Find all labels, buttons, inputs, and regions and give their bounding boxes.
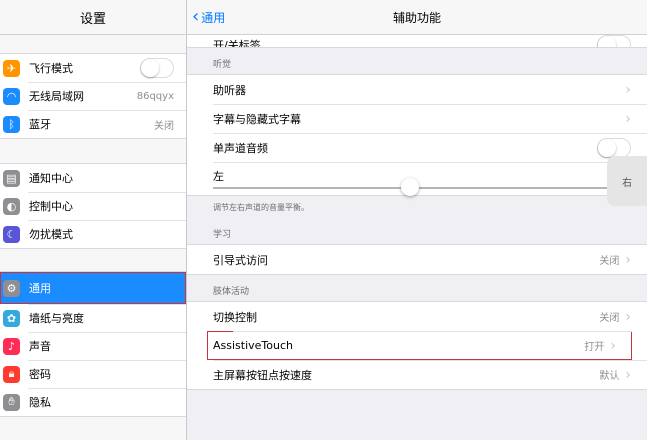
control-center-icon: ◐	[3, 197, 20, 215]
assistive-touch-value: 打开	[584, 342, 605, 353]
on-off-labels-toggle[interactable]	[597, 35, 631, 47]
page-title: 辅助功能	[392, 10, 441, 25]
sidebar-title: 设置	[0, 0, 186, 35]
sidebar-item-notification-center[interactable]: ▤ 通知中心	[0, 164, 186, 192]
guided-access-value: 关闭	[599, 256, 620, 267]
balance-right-label: 右	[607, 156, 647, 206]
balance-left-label: 左	[213, 170, 224, 183]
on-off-labels-row[interactable]: 开/关标签	[187, 35, 647, 47]
switch-control-value: 关闭	[599, 313, 620, 324]
sidebar-item-do-not-disturb[interactable]: ☾ 勿扰模式	[0, 220, 186, 248]
wifi-icon: ◠	[3, 87, 20, 105]
sidebar-item-label: 密码	[29, 368, 51, 381]
assistive-touch-row[interactable]: AssistiveTouch 打开 ›	[207, 331, 632, 360]
chevron-right-icon: ›	[625, 251, 631, 268]
sidebar-item-wifi[interactable]: ◠ 无线局域网 86qqyx	[0, 82, 186, 110]
balance-slider-knob[interactable]	[401, 178, 419, 196]
nav-bar: ‹ 通用 辅助功能	[187, 0, 647, 35]
sidebar-item-label: 声音	[29, 340, 51, 353]
airplane-mode-toggle[interactable]	[140, 58, 174, 78]
sidebar-item-wallpaper-brightness[interactable]: ✿ 墙纸与亮度	[0, 304, 186, 332]
sidebar-item-label: 勿扰模式	[29, 228, 73, 241]
chevron-right-icon: ›	[610, 337, 616, 354]
settings-sidebar: 设置 ✈ 飞行模式 ◠ 无线局域网 86qqyx ᛒ 蓝牙 关闭 ▤ 通知中心 …	[0, 0, 187, 440]
mono-audio-label: 单声道音频	[213, 141, 268, 155]
sidebar-item-privacy[interactable]: ✋︎ 隐私	[0, 388, 186, 416]
home-click-speed-row[interactable]: 主屏幕按钮点按速度 默认 ›	[187, 360, 647, 389]
chevron-right-icon: ›	[625, 81, 631, 98]
sidebar-group-general: ⚙ 通用 ✿ 墙纸与亮度 ♪ 声音 🔒︎ 密码 ✋︎ 隐私	[0, 271, 186, 417]
hearing-aids-row[interactable]: 助听器 ›	[187, 75, 647, 104]
sidebar-item-label: 通知中心	[29, 172, 73, 185]
lock-icon: 🔒︎	[3, 365, 20, 383]
chevron-right-icon: ›	[625, 110, 631, 127]
sidebar-item-airplane-mode[interactable]: ✈ 飞行模式	[0, 54, 186, 82]
partial-group: 开/关标签	[187, 35, 647, 48]
balance-note: 调节左右声道的音量平衡。	[213, 202, 309, 212]
sidebar-item-sounds[interactable]: ♪ 声音	[0, 332, 186, 360]
gear-icon: ⚙	[3, 279, 20, 297]
sidebar-group-system: ▤ 通知中心 ◐ 控制中心 ☾ 勿扰模式	[0, 163, 186, 249]
sidebar-item-bluetooth[interactable]: ᛒ 蓝牙 关闭	[0, 110, 186, 138]
moon-icon: ☾	[3, 225, 20, 243]
subtitles-row[interactable]: 字幕与隐藏式字幕 ›	[187, 104, 647, 133]
hearing-group: 助听器 › 字幕与隐藏式字幕 › 单声道音频 左	[187, 74, 647, 196]
hearing-section-label: 听觉	[213, 60, 232, 70]
chevron-right-icon: ›	[625, 308, 631, 325]
guided-access-row[interactable]: 引导式访问 关闭 ›	[187, 245, 647, 274]
subtitles-label: 字幕与隐藏式字幕	[213, 112, 301, 126]
learning-group: 引导式访问 关闭 ›	[187, 244, 647, 275]
hearing-aids-label: 助听器	[213, 83, 246, 97]
chevron-right-icon: ›	[625, 366, 631, 383]
sidebar-item-label: 隐私	[29, 396, 51, 409]
bluetooth-icon: ᛒ	[3, 115, 20, 133]
mono-audio-toggle[interactable]	[597, 137, 631, 158]
airplane-icon: ✈	[3, 59, 20, 77]
learning-section-label: 学习	[213, 230, 232, 240]
balance-slider-row: 左	[187, 162, 647, 196]
hand-icon: ✋︎	[3, 393, 20, 411]
sidebar-item-label: 无线局域网	[29, 90, 84, 103]
sidebar-item-passcode[interactable]: 🔒︎ 密码	[0, 360, 186, 388]
switch-control-row[interactable]: 切换控制 关闭 ›	[187, 302, 647, 331]
accessibility-pane: ‹ 通用 辅助功能 开/关标签 听觉 助听器 › 字幕与隐藏式字幕 › 单声道音…	[187, 0, 647, 440]
bluetooth-status: 关闭	[154, 120, 174, 132]
sidebar-item-label: 飞行模式	[29, 62, 73, 75]
physical-group: 切换控制 关闭 › AssistiveTouch 打开 › 主屏幕按钮点按速度 …	[187, 301, 647, 390]
sidebar-item-general[interactable]: ⚙ 通用	[0, 272, 186, 304]
speaker-icon: ♪	[3, 337, 20, 355]
wifi-network-name: 86qqyx	[136, 90, 174, 102]
sidebar-item-control-center[interactable]: ◐ 控制中心	[0, 192, 186, 220]
sidebar-item-label: 控制中心	[29, 200, 73, 213]
sidebar-group-connectivity: ✈ 飞行模式 ◠ 无线局域网 86qqyx ᛒ 蓝牙 关闭	[0, 53, 186, 139]
on-off-labels-label: 开/关标签	[213, 39, 261, 47]
sidebar-item-label: 蓝牙	[29, 118, 51, 131]
assistive-touch-label: AssistiveTouch	[213, 339, 293, 352]
physical-section-label: 肢体活动	[213, 287, 250, 297]
sidebar-item-label: 墙纸与亮度	[29, 312, 84, 325]
sidebar-item-label: 通用	[29, 282, 51, 295]
flower-icon: ✿	[3, 309, 20, 327]
mono-audio-row[interactable]: 单声道音频	[187, 133, 647, 162]
notification-icon: ▤	[3, 169, 20, 187]
home-click-speed-value: 默认	[599, 371, 620, 382]
switch-control-label: 切换控制	[213, 310, 257, 324]
home-click-speed-label: 主屏幕按钮点按速度	[213, 368, 312, 382]
guided-access-label: 引导式访问	[213, 253, 268, 267]
